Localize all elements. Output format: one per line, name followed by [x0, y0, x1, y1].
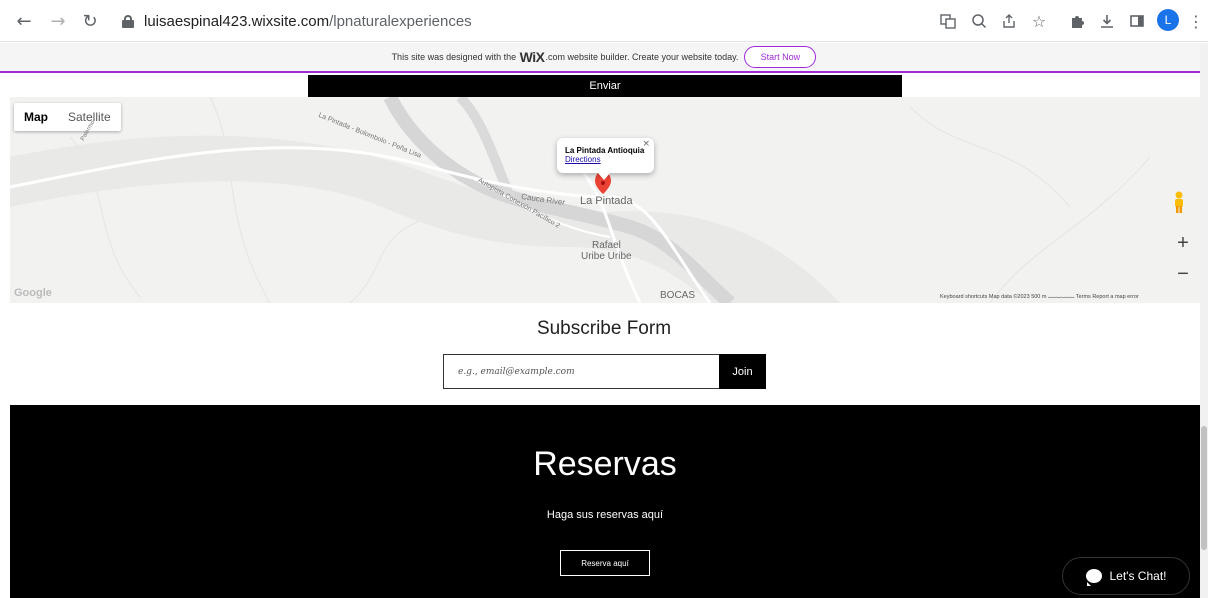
google-map[interactable]: Map Satellite × La Pintada Antioquia Dir…: [10, 97, 1200, 303]
banner-text-before: This site was designed with the: [391, 52, 517, 62]
enviar-button[interactable]: Enviar: [308, 75, 902, 97]
start-now-button[interactable]: Start Now: [744, 46, 817, 68]
banner-text-after: .com website builder. Create your websit…: [545, 52, 739, 62]
map-label-uribe: Uribe Uribe: [581, 251, 632, 262]
map-type-map[interactable]: Map: [14, 103, 58, 131]
subscribe-title: Subscribe Form: [536, 318, 672, 339]
email-input[interactable]: [443, 354, 719, 389]
lets-chat-button[interactable]: Let's Chat!: [1062, 557, 1190, 595]
forward-arrow-icon[interactable]: →: [46, 9, 70, 33]
chat-bubble-icon: [1085, 569, 1102, 586]
reserva-button[interactable]: Reserva aquí: [560, 550, 650, 576]
zoom-in-button[interactable]: +: [1177, 232, 1189, 255]
map-label-rafael: Rafael: [592, 240, 621, 251]
zoom-control: + −: [1172, 232, 1194, 286]
url-text[interactable]: luisaespinal423.wixsite.com/lpnaturalexp…: [144, 13, 472, 30]
popup-tail: [598, 173, 610, 180]
address-bar[interactable]: luisaespinal423.wixsite.com/lpnaturalexp…: [110, 6, 800, 36]
back-arrow-icon[interactable]: ←: [12, 9, 36, 33]
street-view-pegman-icon[interactable]: [1172, 191, 1192, 217]
download-icon[interactable]: [1096, 10, 1118, 32]
reservas-section: Reservas Haga sus reservas aquí Reserva …: [10, 405, 1200, 598]
reservas-subtitle: Haga sus reservas aquí: [546, 509, 664, 521]
map-label-town: La Pintada: [580, 195, 633, 207]
side-panel-icon[interactable]: [1126, 10, 1148, 32]
bookmark-star-icon[interactable]: ☆: [1028, 10, 1050, 32]
lock-icon[interactable]: [122, 15, 134, 28]
reservas-title: Reservas: [533, 445, 677, 483]
google-logo: Google: [14, 287, 52, 299]
map-type-control: Map Satellite: [14, 103, 121, 131]
share-icon[interactable]: [998, 10, 1020, 32]
subscribe-form: Join: [443, 354, 766, 389]
popup-directions-link[interactable]: Directions: [565, 155, 646, 164]
zoom-magnifier-icon[interactable]: [968, 10, 990, 32]
scrollbar-thumb[interactable]: [1201, 426, 1207, 550]
more-menu-icon[interactable]: ⋮: [1185, 10, 1207, 32]
popup-close-icon[interactable]: ×: [642, 139, 650, 149]
map-footer: Keyboard shortcuts Map data ©2023 500 m …: [940, 294, 1139, 300]
wix-logo: WiX: [519, 49, 545, 65]
profile-avatar[interactable]: L: [1157, 9, 1179, 31]
popup-title: La Pintada Antioquia: [565, 146, 645, 155]
map-label-bocas: BOCAS: [660, 290, 696, 301]
extensions-puzzle-icon[interactable]: [1066, 10, 1088, 32]
map-info-popup: × La Pintada Antioquia Directions: [557, 138, 654, 173]
reload-icon[interactable]: ↻: [78, 9, 102, 33]
zoom-out-button[interactable]: −: [1177, 263, 1189, 286]
browser-toolbar: ← → ↻ luisaespinal423.wixsite.com/lpnatu…: [0, 0, 1208, 42]
chat-label: Let's Chat!: [1109, 569, 1167, 583]
join-button[interactable]: Join: [719, 354, 766, 389]
translate-icon[interactable]: [937, 10, 959, 32]
wix-promo-banner: This site was designed with the WiX .com …: [0, 43, 1208, 73]
